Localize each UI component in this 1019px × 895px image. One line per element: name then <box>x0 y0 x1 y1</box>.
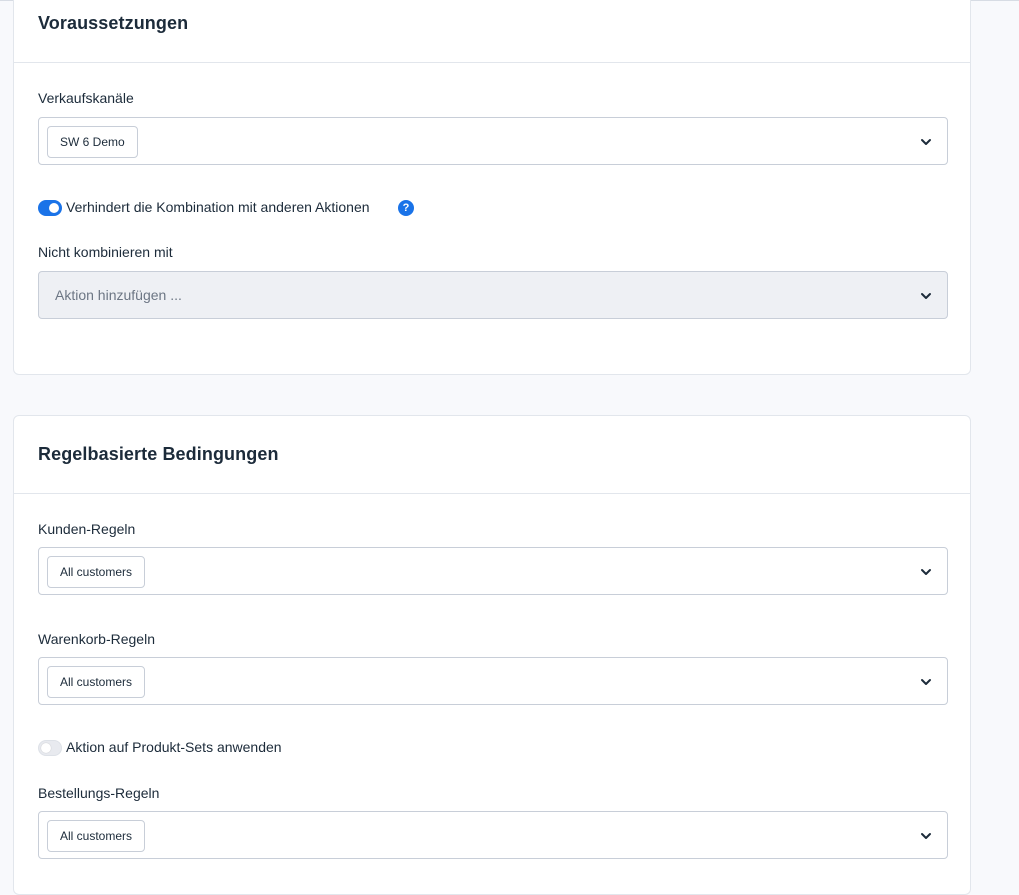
rule-conditions-card: Regelbasierte Bedingungen Kunden-Regeln … <box>13 415 971 895</box>
exclusions-select[interactable]: Aktion hinzufügen ... <box>38 271 948 319</box>
chevron-down-icon[interactable] <box>919 289 933 303</box>
sales-channels-select[interactable]: SW 6 Demo <box>38 117 948 165</box>
customer-rules-select[interactable]: All customers <box>38 547 948 595</box>
sales-channels-label: Verkaufskanäle <box>38 90 134 106</box>
rule-conditions-title: Regelbasierte Bedingungen <box>38 444 279 464</box>
help-icon[interactable]: ? <box>398 200 414 216</box>
rule-conditions-card-header: Regelbasierte Bedingungen <box>14 416 970 494</box>
chevron-down-icon[interactable] <box>919 675 933 689</box>
order-rules-label: Bestellungs-Regeln <box>38 785 160 801</box>
chevron-down-icon[interactable] <box>919 565 933 579</box>
apply-to-sets-label: Aktion auf Produkt-Sets anwenden <box>66 739 282 755</box>
chevron-down-icon[interactable] <box>919 135 933 149</box>
sales-channel-chip[interactable]: SW 6 Demo <box>47 126 138 158</box>
requirements-card: Voraussetzungen Verkaufskanäle SW 6 Demo… <box>13 0 971 375</box>
cart-rules-select[interactable]: All customers <box>38 657 948 705</box>
cart-rules-label: Warenkorb-Regeln <box>38 631 155 647</box>
cart-rule-chip[interactable]: All customers <box>47 666 146 698</box>
customer-rule-chip[interactable]: All customers <box>47 556 146 588</box>
order-rules-select[interactable]: All customers <box>38 811 948 859</box>
requirements-title: Voraussetzungen <box>38 13 189 33</box>
exclusions-label: Nicht kombinieren mit <box>38 244 173 260</box>
apply-to-sets-toggle[interactable] <box>38 740 62 756</box>
customer-rules-label: Kunden-Regeln <box>38 521 136 537</box>
requirements-card-header: Voraussetzungen <box>14 0 970 63</box>
order-rule-chip[interactable]: All customers <box>47 820 146 852</box>
prevent-combination-toggle[interactable] <box>38 200 62 216</box>
prevent-combination-label: Verhindert die Kombination mit anderen A… <box>66 199 370 215</box>
chevron-down-icon[interactable] <box>919 829 933 843</box>
exclusions-placeholder: Aktion hinzufügen ... <box>55 287 182 303</box>
